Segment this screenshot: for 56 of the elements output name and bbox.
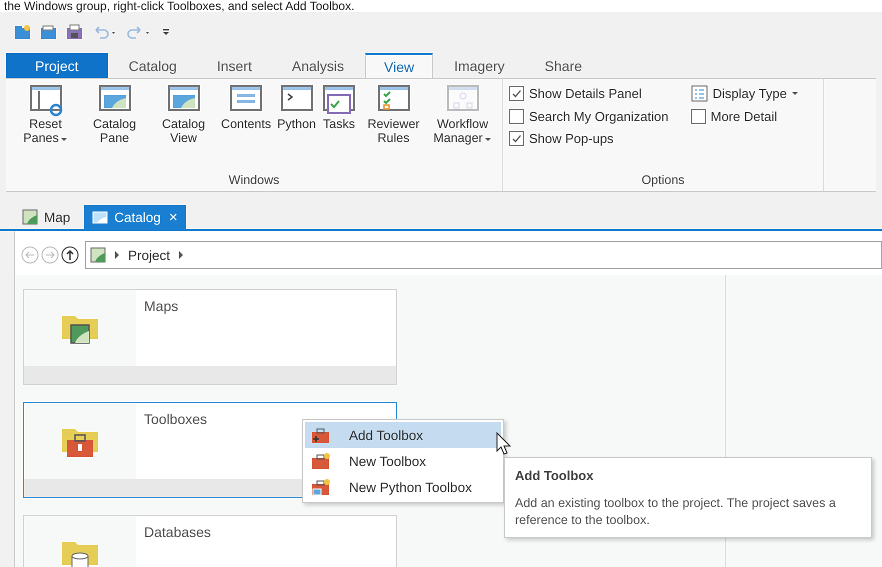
checkmark-icon [511, 88, 522, 99]
ribbon-tab[interactable]: Imagery [435, 53, 524, 78]
ribbon-tab[interactable]: Catalog [110, 53, 196, 78]
item-title: Maps [143, 297, 180, 316]
catalog-item[interactable]: Maps [23, 289, 397, 385]
caption-text: the Windows group, right-click Toolboxes, and select Add Toolbox. [0, 0, 882, 12]
ribbon-tab[interactable]: Project [6, 53, 108, 78]
checkbox[interactable]: Show Pop-ups [509, 131, 687, 146]
toolbox-icon [311, 426, 331, 444]
reset-panes-icon [28, 83, 62, 117]
open-folder-icon[interactable] [40, 24, 58, 40]
checkbox[interactable]: Search My Organization [509, 109, 687, 124]
ribbon-tab[interactable]: Share [526, 53, 602, 78]
ribbon-button[interactable]: Catalog Pane [81, 83, 148, 173]
menu-item[interactable]: New Toolbox [305, 448, 501, 474]
chevron-icon [114, 251, 120, 259]
up-icon[interactable] [61, 246, 79, 264]
tasks-icon [322, 83, 356, 117]
checkbox[interactable]: More Detail [690, 109, 817, 124]
ribbon-button[interactable]: Catalog View [150, 83, 218, 173]
address-bar[interactable]: Project [85, 241, 882, 269]
chevron-icon [178, 251, 184, 259]
group-label: Options [640, 173, 686, 189]
tooltip-text: Add an existing toolbox to the project. The project saves a reference to the toolbox. [515, 495, 837, 529]
item-title: Toolboxes [143, 410, 208, 429]
menu-item[interactable]: New Python Toolbox [305, 474, 501, 500]
map-icon [90, 247, 106, 263]
group-label: Windows [228, 173, 280, 189]
ribbon-button[interactable]: Reset Panes [12, 83, 80, 173]
ribbon-button[interactable]: Contents [219, 83, 274, 173]
map-icon [22, 209, 38, 225]
ribbon-tab[interactable]: Insert [198, 53, 271, 78]
document-tab[interactable]: Catalog × [84, 205, 186, 229]
toolbox-icon [311, 478, 331, 496]
caret-icon [792, 91, 799, 96]
list-icon [690, 85, 708, 102]
ribbon-button[interactable]: Tasks [320, 83, 358, 173]
ribbon-button[interactable]: Reviewer Rules [360, 83, 428, 173]
caret-icon [484, 137, 492, 142]
tooltip-title: Add Toolbox [515, 468, 594, 483]
menu-item[interactable]: Add Toolbox [305, 422, 501, 448]
checkbox[interactable]: Show Details Panel [509, 85, 687, 102]
toolbox-icon [311, 452, 331, 470]
caret-icon [60, 137, 68, 142]
back-icon[interactable] [21, 246, 39, 264]
catalog-item[interactable]: Databases [23, 515, 397, 567]
checkmark-icon [511, 133, 522, 144]
ribbon-tab[interactable]: Analysis [272, 53, 363, 78]
document-tab[interactable]: Map [14, 205, 78, 229]
display-type-dropdown[interactable]: Display Type [690, 85, 817, 102]
ribbon-button[interactable]: Python [275, 83, 318, 173]
redo-icon[interactable] [126, 24, 152, 40]
catalog-icon [92, 209, 108, 225]
ribbon-tab[interactable]: View [365, 53, 434, 79]
item-title: Databases [143, 523, 212, 542]
save-icon[interactable] [66, 24, 84, 40]
